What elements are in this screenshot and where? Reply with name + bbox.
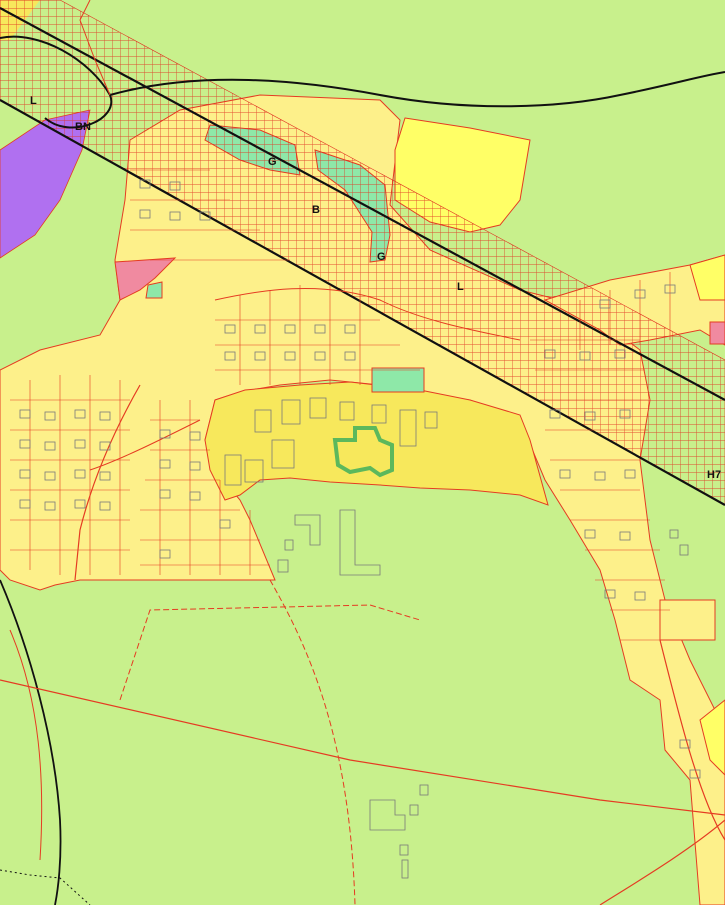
label-b: B <box>312 204 320 216</box>
zone-residential-southeast <box>659 599 716 641</box>
label-g-upper: G <box>268 156 277 168</box>
zone-green-park <box>371 367 425 393</box>
zone-pink-east <box>709 321 725 345</box>
label-bn: BN <box>75 121 91 133</box>
label-l-center: L <box>457 281 464 293</box>
label-g-lower: G <box>377 251 386 263</box>
label-l-top-left: L <box>30 95 37 107</box>
map-canvas: L BN G B G L H7 <box>0 0 725 905</box>
zoning-map: L BN G B G L H7 <box>0 0 725 905</box>
label-h7: H7 <box>707 469 721 481</box>
